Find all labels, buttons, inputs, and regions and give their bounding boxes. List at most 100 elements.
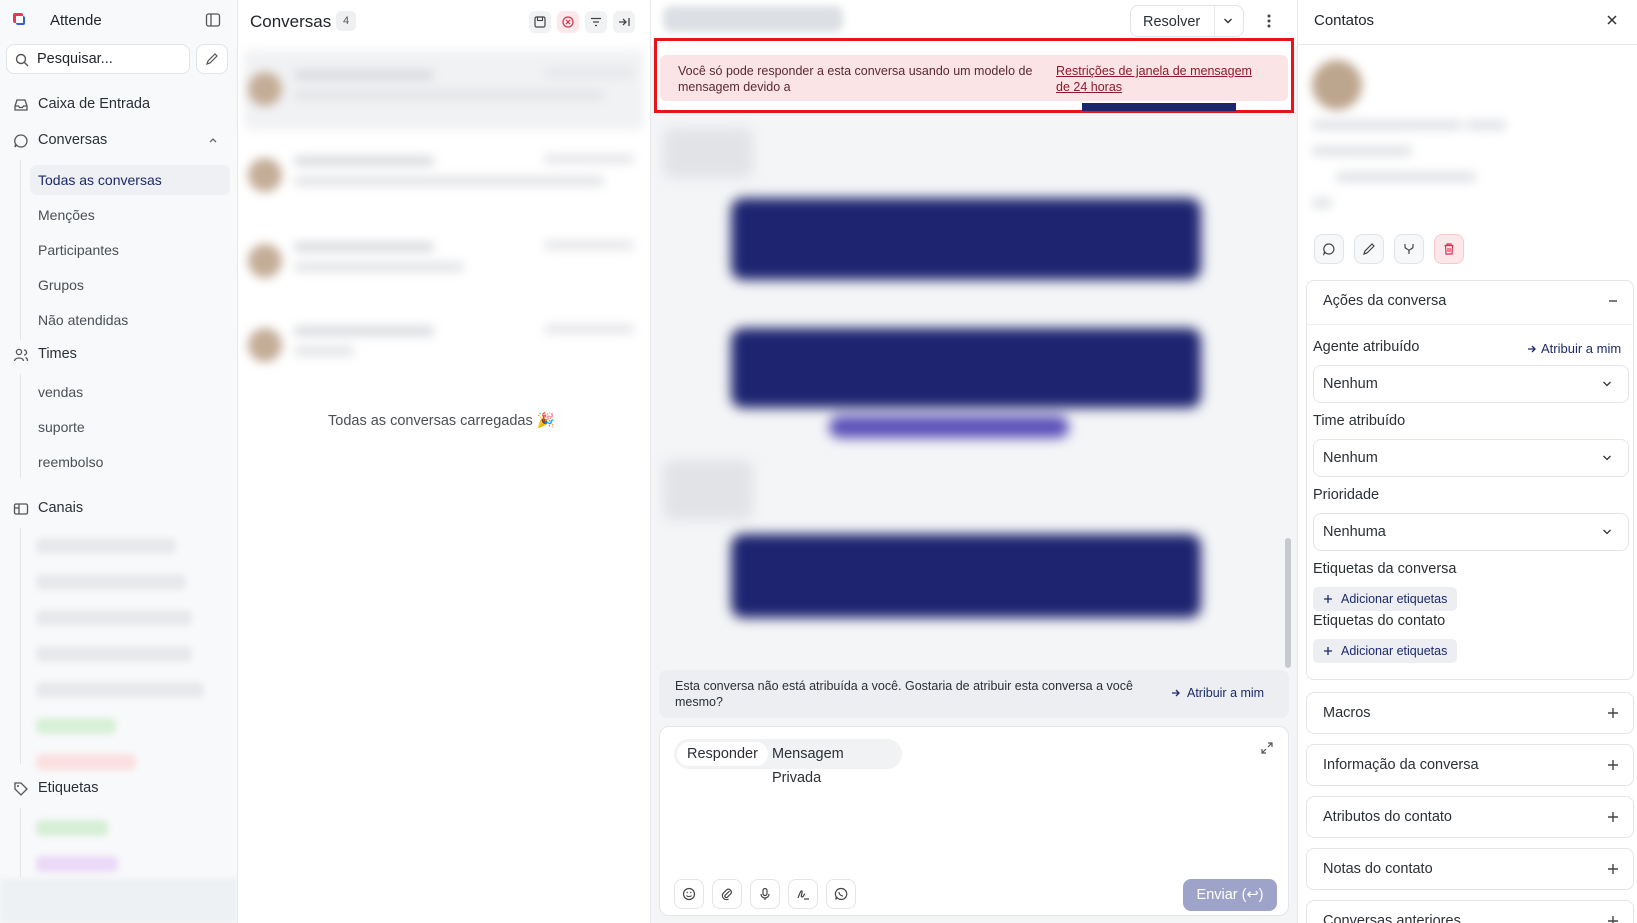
emoji-button[interactable] xyxy=(674,879,704,909)
close-icon[interactable] xyxy=(1605,13,1619,27)
user-profile-blurred[interactable] xyxy=(0,878,238,923)
sidebar: Attende Caixa de Entrada Conversas xyxy=(0,0,238,923)
compose-button[interactable] xyxy=(196,44,228,74)
tag-icon xyxy=(14,782,28,796)
nav-inbox[interactable]: Caixa de Entrada xyxy=(0,90,238,120)
all-loaded-message: Todas as conversas carregadas 🎉 xyxy=(328,413,555,429)
nav-labels[interactable]: Etiquetas xyxy=(0,774,238,804)
conversation-info-header: Informação da conversa xyxy=(1323,757,1479,773)
new-message-button[interactable] xyxy=(1314,234,1344,264)
assign-to-me-button[interactable]: Atribuir a mim xyxy=(1171,686,1264,700)
assign-agent-to-me-link[interactable]: Atribuir a mim xyxy=(1527,341,1621,356)
channel-item-blurred[interactable] xyxy=(36,754,136,770)
conversation-item[interactable] xyxy=(244,50,644,130)
contact-info-blurred xyxy=(1306,50,1626,220)
sidebar-item-label: Participantes xyxy=(38,242,119,258)
search-box[interactable] xyxy=(6,44,190,74)
expand-icon[interactable] xyxy=(1260,741,1274,755)
pencil-icon xyxy=(1363,243,1375,255)
channel-item-blurred[interactable] xyxy=(36,646,192,662)
search-input[interactable] xyxy=(37,49,185,69)
assigned-team-select[interactable]: Nenhum xyxy=(1313,439,1629,477)
nav-channels[interactable]: Canais xyxy=(0,494,238,524)
resolve-button[interactable]: Resolver xyxy=(1130,5,1244,37)
sidebar-item-unattended[interactable]: Não atendidas xyxy=(30,305,230,335)
sidebar-item-team-vendas[interactable]: vendas xyxy=(30,377,230,407)
sidebar-item-team-suporte[interactable]: suporte xyxy=(30,412,230,442)
panel-toggle-icon[interactable] xyxy=(205,12,221,28)
avatar xyxy=(1312,60,1362,110)
contact-notes-header: Notas do contato xyxy=(1323,861,1433,877)
minus-icon[interactable] xyxy=(1607,295,1619,307)
label-item-blurred[interactable] xyxy=(36,856,118,872)
teams-divider xyxy=(20,374,21,478)
assign-agent-to-me-label: Atribuir a mim xyxy=(1541,341,1622,356)
channel-item-blurred[interactable] xyxy=(36,610,192,626)
assigned-agent-select[interactable]: Nenhum xyxy=(1313,365,1629,403)
sidebar-item-mentions[interactable]: Menções xyxy=(30,200,230,230)
sidebar-item-participants[interactable]: Participantes xyxy=(30,235,230,265)
add-conversation-labels-button[interactable]: Adicionar etiquetas xyxy=(1313,587,1458,611)
conversation-item[interactable] xyxy=(244,222,644,302)
arrow-right-icon xyxy=(1172,689,1180,697)
reply-mode-tab[interactable]: Responder xyxy=(677,742,768,766)
contact-labels-label: Etiquetas do contato xyxy=(1313,613,1446,629)
plus-icon xyxy=(1608,708,1618,718)
collapse-list-button[interactable] xyxy=(613,11,635,33)
contact-attributes-header: Atributos do contato xyxy=(1323,809,1452,825)
private-note-tab[interactable]: Mensagem Privada xyxy=(762,742,902,786)
save-filter-button[interactable] xyxy=(529,11,551,33)
contacts-panel-title: Contatos xyxy=(1314,12,1375,29)
channels-divider xyxy=(20,528,21,764)
edit-contact-button[interactable] xyxy=(1354,234,1384,264)
contact-header-blurred[interactable] xyxy=(663,6,843,32)
filter-button[interactable] xyxy=(585,11,607,33)
whatsapp-template-button[interactable] xyxy=(826,879,856,909)
save-icon xyxy=(534,16,546,28)
delete-contact-button[interactable] xyxy=(1434,234,1464,264)
arrow-right-icon xyxy=(1528,345,1536,353)
conversation-item[interactable] xyxy=(244,136,644,216)
conversation-actions-header[interactable]: Ações da conversa xyxy=(1323,293,1446,309)
attach-button[interactable] xyxy=(712,879,742,909)
macros-section[interactable]: Macros xyxy=(1306,692,1634,734)
channel-item-blurred[interactable] xyxy=(36,538,176,554)
more-options-icon[interactable] xyxy=(1261,12,1277,30)
label-item-blurred[interactable] xyxy=(36,820,108,836)
message-bubble-partial xyxy=(1082,103,1236,111)
conversation-item[interactable] xyxy=(244,306,644,386)
chevron-down-icon[interactable] xyxy=(1223,17,1233,25)
audio-button[interactable] xyxy=(750,879,780,909)
channel-item-blurred[interactable] xyxy=(36,718,116,734)
add-contact-labels-button[interactable]: Adicionar etiquetas xyxy=(1313,639,1458,663)
labels-divider xyxy=(20,808,21,878)
sidebar-item-team-reembolso[interactable]: reembolso xyxy=(30,447,230,477)
conversations-divider xyxy=(20,160,21,340)
channel-item-blurred[interactable] xyxy=(36,574,186,590)
sidebar-item-all-conversations[interactable]: Todas as conversas xyxy=(30,165,230,195)
sidebar-item-groups[interactable]: Grupos xyxy=(30,270,230,300)
signature-button[interactable] xyxy=(788,879,818,909)
nav-teams[interactable]: Times xyxy=(0,340,238,370)
conversation-info-section[interactable]: Informação da conversa xyxy=(1306,744,1634,786)
priority-select[interactable]: Nenhuma xyxy=(1313,513,1629,551)
previous-conversations-section[interactable]: Conversas anteriores xyxy=(1306,900,1634,923)
clear-filter-button[interactable] xyxy=(557,11,579,33)
merge-contact-button[interactable] xyxy=(1394,234,1424,264)
inbox-icon xyxy=(14,99,28,111)
contact-attributes-section[interactable]: Atributos do contato xyxy=(1306,796,1634,838)
contact-notes-section[interactable]: Notas do contato xyxy=(1306,848,1634,890)
channel-item-blurred[interactable] xyxy=(36,682,204,698)
filter-icon xyxy=(591,17,601,27)
banner-restrictions-link[interactable]: Restrições de janela de mensagem de 24 h… xyxy=(1056,63,1266,95)
microphone-icon xyxy=(760,887,770,900)
messages-scrollbar[interactable] xyxy=(1285,538,1291,668)
nav-conversations[interactable]: Conversas xyxy=(0,126,238,156)
send-button[interactable]: Enviar (↩) xyxy=(1183,879,1277,911)
conversation-actions-section: Ações da conversa Agente atribuído Atrib… xyxy=(1306,280,1634,680)
highlighted-banner-frame: Você só pode responder a esta conversa u… xyxy=(654,38,1294,113)
conversation-count-badge: 4 xyxy=(336,11,356,31)
sidebar-item-label: suporte xyxy=(38,419,85,435)
assigned-team-label: Time atribuído xyxy=(1313,413,1406,429)
plus-icon xyxy=(1608,864,1618,874)
